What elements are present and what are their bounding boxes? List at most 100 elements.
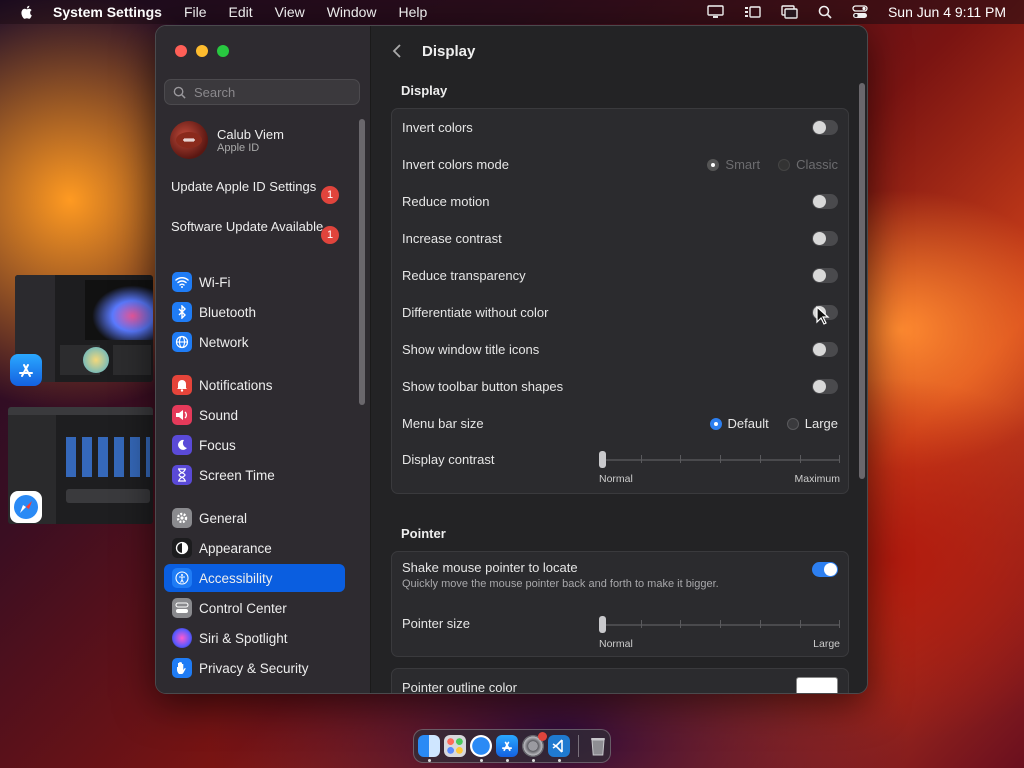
pointer-settings-group: Shake mouse pointer to locate Quickly mo…	[391, 551, 849, 657]
sidebar-item-label: General	[199, 510, 248, 526]
menu-bar: System Settings File Edit View Window He…	[0, 0, 1024, 24]
sidebar-item-label: Appearance	[199, 540, 272, 556]
search-field[interactable]	[164, 79, 360, 105]
sidebar-scrollbar[interactable]	[359, 119, 365, 405]
sidebar-item-wifi[interactable]: Wi-Fi	[164, 268, 345, 296]
sidebar-item-screen-time[interactable]: Screen Time	[164, 461, 345, 489]
sidebar-item-siri-spotlight[interactable]: Siri & Spotlight	[164, 624, 345, 652]
app-store-icon[interactable]	[496, 735, 518, 762]
appearance-icon	[172, 538, 192, 558]
hourglass-icon	[172, 465, 192, 485]
sidebar-item-label: Privacy & Security	[199, 660, 309, 676]
pointer-outline-color-well[interactable]	[796, 677, 838, 693]
radio-default[interactable]: Default	[709, 416, 769, 431]
launchpad-icon[interactable]	[444, 735, 466, 757]
sidebar-item-label: Wi-Fi	[199, 274, 231, 290]
accessibility-icon	[172, 568, 192, 588]
vscode-icon[interactable]	[548, 735, 570, 762]
sidebar-item-label: Notifications	[199, 377, 273, 393]
sidebar-item-notifications[interactable]: Notifications	[164, 371, 345, 399]
sidebar-item-label: Siri & Spotlight	[199, 630, 288, 646]
menu-app-name[interactable]: System Settings	[53, 4, 162, 20]
finder-icon[interactable]	[418, 735, 440, 762]
stage-manager-icon[interactable]	[744, 5, 761, 19]
sidebar: Calub Viem Apple ID Update Apple ID Sett…	[156, 26, 371, 693]
radio-classic[interactable]: Classic	[778, 157, 838, 172]
zoom-button[interactable]	[217, 45, 229, 57]
notice-update-apple-id[interactable]: Update Apple ID Settings	[171, 179, 331, 195]
moon-icon	[172, 435, 192, 455]
sidebar-item-label: Bluetooth	[199, 304, 257, 320]
row-label: Increase contrast	[402, 231, 502, 246]
sidebar-item-bluetooth[interactable]: Bluetooth	[164, 298, 345, 326]
radio-smart[interactable]: Smart	[707, 157, 760, 172]
search-input[interactable]	[192, 83, 356, 101]
content-scrollbar[interactable]	[859, 83, 865, 479]
row-window-title-icons: Show window title icons	[402, 331, 838, 368]
control-center-icon[interactable]	[852, 5, 868, 19]
row-invert-colors: Invert colors	[402, 109, 838, 146]
menu-view[interactable]: View	[275, 4, 305, 20]
row-description: Quickly move the mouse pointer back and …	[402, 578, 719, 590]
trash-icon[interactable]	[587, 735, 609, 757]
notice-software-update[interactable]: Software Update Available	[171, 219, 331, 235]
search-icon	[173, 86, 186, 99]
row-label: Show toolbar button shapes	[402, 379, 564, 394]
slider-knob[interactable]	[599, 616, 606, 633]
app-store-icon[interactable]	[10, 354, 42, 386]
window-title-icons-toggle[interactable]	[812, 342, 838, 357]
row-label: Differentiate without color	[402, 305, 549, 320]
sidebar-item-privacy-security[interactable]: Privacy & Security	[164, 654, 345, 682]
menu-edit[interactable]: Edit	[229, 4, 253, 20]
sidebar-item-appearance[interactable]: Appearance	[164, 534, 345, 562]
sidebar-item-general[interactable]: General	[164, 504, 345, 532]
row-shake-pointer: Shake mouse pointer to locate Quickly mo…	[402, 560, 838, 596]
toolbar-button-shapes-toggle[interactable]	[812, 379, 838, 394]
menu-file[interactable]: File	[184, 4, 207, 20]
bluetooth-icon	[172, 302, 192, 322]
display-icon[interactable]	[707, 5, 724, 19]
section-title-display: Display	[401, 83, 448, 98]
screen-mirroring-icon[interactable]	[781, 5, 798, 19]
system-settings-window: Calub Viem Apple ID Update Apple ID Sett…	[155, 25, 868, 694]
sidebar-item-focus[interactable]: Focus	[164, 431, 345, 459]
close-button[interactable]	[175, 45, 187, 57]
back-chevron-icon[interactable]	[392, 43, 402, 59]
system-settings-icon[interactable]	[522, 732, 547, 762]
slider-knob[interactable]	[599, 451, 606, 468]
spotlight-search-icon[interactable]	[818, 5, 832, 19]
dock	[413, 729, 611, 763]
shake-pointer-toggle[interactable]	[812, 562, 838, 577]
menu-window[interactable]: Window	[327, 4, 377, 20]
sidebar-item-label: Sound	[199, 407, 239, 423]
sidebar-item-label: Focus	[199, 437, 236, 453]
minimize-button[interactable]	[196, 45, 208, 57]
sidebar-item-control-center[interactable]: Control Center	[164, 594, 345, 622]
menu-clock[interactable]: Sun Jun 4 9:11 PM	[888, 4, 1006, 20]
row-differentiate-without-color: Differentiate without color	[402, 294, 838, 331]
apple-id-profile[interactable]: Calub Viem Apple ID	[170, 121, 284, 159]
row-label: Pointer outline color	[402, 679, 517, 694]
safari-icon[interactable]	[470, 735, 492, 762]
sidebar-item-sound[interactable]: Sound	[164, 401, 345, 429]
dock-separator	[578, 735, 579, 757]
increase-contrast-toggle[interactable]	[812, 231, 838, 246]
row-label: Invert colors mode	[402, 157, 509, 172]
menu-help[interactable]: Help	[399, 4, 428, 20]
safari-icon[interactable]	[10, 491, 42, 523]
reduce-motion-toggle[interactable]	[812, 194, 838, 209]
football-icon	[176, 132, 202, 148]
mouse-cursor-icon	[816, 306, 830, 325]
invert-colors-toggle[interactable]	[812, 120, 838, 135]
siri-icon	[172, 628, 192, 648]
globe-icon	[172, 332, 192, 352]
radio-large[interactable]: Large	[786, 416, 838, 431]
apple-logo-icon[interactable]	[19, 4, 35, 20]
sidebar-item-network[interactable]: Network	[164, 328, 345, 356]
row-increase-contrast: Increase contrast	[402, 220, 838, 257]
pointer-outline-group: Pointer outline color	[391, 668, 849, 694]
sidebar-item-accessibility[interactable]: Accessibility	[164, 564, 345, 592]
row-reduce-motion: Reduce motion	[402, 183, 838, 220]
page-title: Display	[422, 42, 476, 60]
reduce-transparency-toggle[interactable]	[812, 268, 838, 283]
